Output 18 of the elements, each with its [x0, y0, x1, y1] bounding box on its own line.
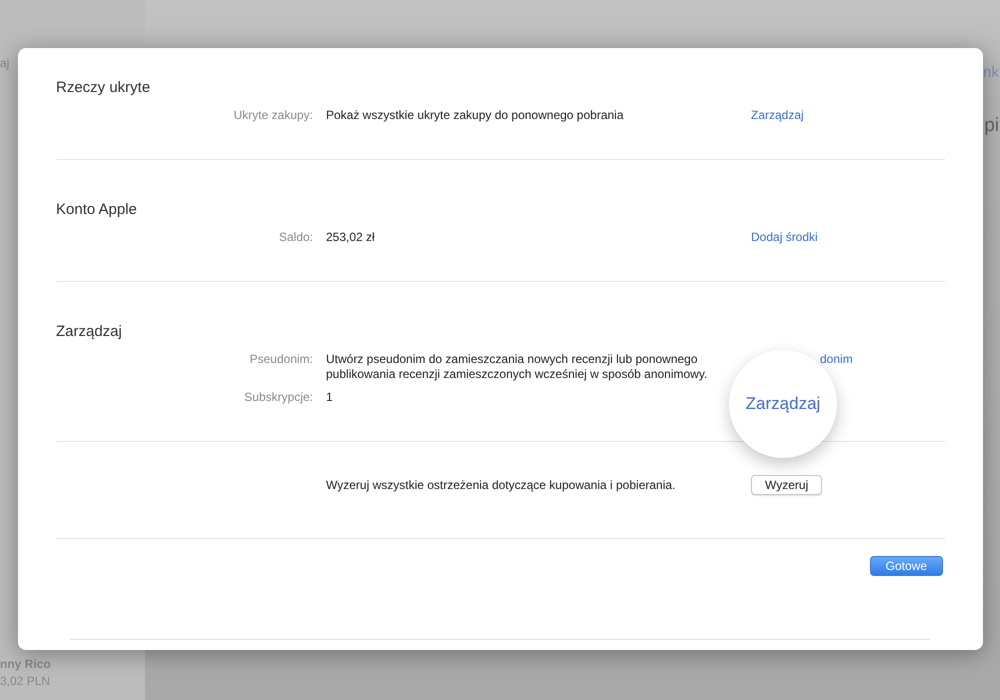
field-value: 1	[326, 390, 333, 404]
page-heading: pi	[984, 115, 999, 137]
field-label: Pseudonim:	[250, 352, 313, 366]
field-value: 253,02 zł	[326, 230, 375, 244]
field-label: Ukryte zakupy:	[234, 108, 313, 122]
field-label: Subskrypcje:	[244, 390, 313, 404]
section-title: Konto Apple	[56, 200, 138, 220]
action-link[interactable]: donim	[820, 352, 853, 366]
action-link[interactable]: Dodaj środki	[751, 230, 818, 244]
section-title: Zarządzaj	[56, 322, 123, 342]
reset-button[interactable]: Wyzeruj	[751, 475, 822, 495]
done-button[interactable]: Gotowe	[870, 556, 943, 576]
action-link[interactable]: Zarządzaj	[751, 108, 804, 122]
section-title: Rzeczy ukryte	[56, 78, 152, 98]
field-label: Saldo:	[278, 230, 313, 244]
field-value: Pokaż wszystkie ukryte zakupy do ponownego pobrania	[326, 108, 624, 122]
field-value: Wyzeruj wszystkie ostrzeżenia dotyczące kupowania i pobierania.	[326, 478, 676, 492]
field-value: Utwórz pseudonim do zamieszczania nowych recenzji lub ponownego publikowania recenzji zamieszczonych wcześniej w sposób anonimowy.	[326, 352, 708, 381]
